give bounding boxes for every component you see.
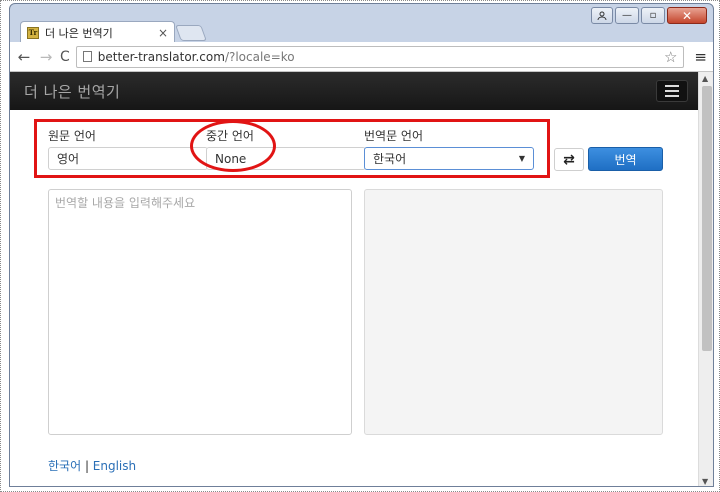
bookmark-star-icon[interactable]: ☆	[664, 48, 677, 66]
annotation-rectangle	[34, 119, 550, 178]
forward-arrow-icon[interactable]: →	[38, 48, 54, 66]
reload-icon[interactable]: C	[60, 49, 70, 65]
window-controls: — ▫ ✕	[591, 7, 707, 25]
minimize-button[interactable]: —	[615, 7, 639, 24]
scrollbar-thumb[interactable]	[702, 86, 712, 351]
source-text-input[interactable]: 번역할 내용을 입력해주세요	[48, 189, 352, 435]
vertical-scrollbar[interactable]: ▲ ▼	[698, 72, 713, 486]
back-arrow-icon[interactable]: ←	[16, 48, 32, 66]
locale-separator: |	[81, 459, 93, 473]
tab-close-icon[interactable]: ×	[158, 26, 168, 40]
locale-link-en[interactable]: English	[93, 459, 136, 473]
scroll-up-arrow-icon[interactable]: ▲	[702, 74, 708, 83]
new-tab-button[interactable]	[175, 25, 207, 41]
swap-languages-button[interactable]: ⇄	[554, 148, 584, 171]
address-bar[interactable]: better-translator.com/?locale=ko ☆	[75, 45, 685, 68]
app-brand[interactable]: 더 나은 번역기	[24, 81, 120, 102]
screenshot-frame: Tr 더 나은 번역기 × — ▫ ✕ ← → C better-transla…	[0, 0, 720, 492]
close-window-button[interactable]: ✕	[667, 7, 707, 24]
app-navbar: 더 나은 번역기	[10, 72, 698, 110]
browser-tab[interactable]: Tr 더 나은 번역기 ×	[20, 21, 175, 43]
tab-title: 더 나은 번역기	[45, 26, 113, 40]
browser-menu-icon[interactable]: ≡	[690, 48, 707, 66]
page-icon	[82, 51, 92, 62]
favicon-icon: Tr	[27, 26, 39, 39]
scroll-down-arrow-icon[interactable]: ▼	[702, 477, 708, 486]
browser-toolbar: ← → C better-translator.com/?locale=ko ☆…	[10, 42, 713, 72]
maximize-button[interactable]: ▫	[641, 7, 665, 24]
url-text[interactable]: better-translator.com/?locale=ko	[98, 50, 658, 64]
browser-window: Tr 더 나은 번역기 × — ▫ ✕ ← → C better-transla…	[9, 3, 714, 487]
annotation-ellipse	[190, 120, 276, 172]
hamburger-menu-icon[interactable]	[656, 80, 688, 102]
user-profile-icon[interactable]	[591, 7, 613, 24]
language-switcher: 한국어 | English	[48, 457, 136, 474]
translate-button[interactable]: 번역	[588, 147, 663, 171]
locale-link-ko[interactable]: 한국어	[48, 459, 81, 473]
page-viewport: 더 나은 번역기 원문 언어 영어 중간 언어 None 번역문 언어 한국어 …	[10, 72, 713, 486]
translation-output	[364, 189, 663, 435]
